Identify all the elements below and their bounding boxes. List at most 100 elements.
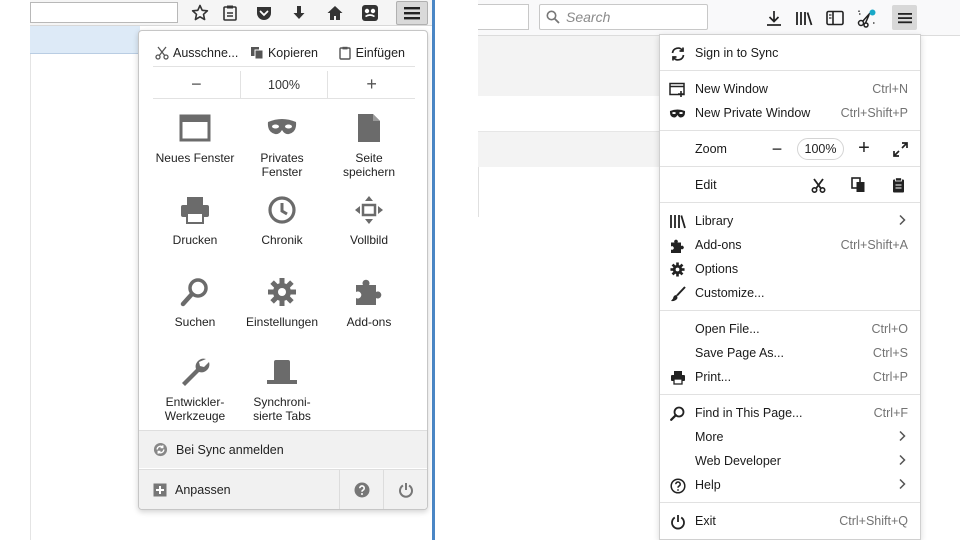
sidebar-icon[interactable]: [823, 6, 847, 30]
menu-separator: [660, 394, 920, 395]
home-icon[interactable]: [324, 2, 346, 24]
save-page-item[interactable]: Save Page As... Ctrl+S: [660, 341, 920, 365]
history-item[interactable]: Chronik: [238, 193, 326, 247]
new-window-item[interactable]: New Window Ctrl+N: [660, 77, 920, 101]
library-icon[interactable]: [792, 6, 816, 30]
sign-in-sync-item[interactable]: Sign in to Sync: [660, 41, 920, 65]
plus-box-icon: [153, 483, 167, 496]
search-input[interactable]: Search: [539, 4, 708, 30]
grid-label: Einstellungen: [245, 315, 319, 329]
new-private-window-item[interactable]: New Private Window Ctrl+Shift+P: [660, 101, 920, 125]
save-page-item[interactable]: Seite speichern: [325, 111, 413, 179]
old-url-bar[interactable]: [30, 2, 178, 23]
download-icon[interactable]: [762, 6, 786, 30]
shortcut-label: Ctrl+F: [873, 406, 908, 420]
grid-label: Suchen: [174, 315, 216, 329]
old-firefox-screenshot: Ausschne... Kopieren Einfügen − 100% + N…: [0, 0, 478, 540]
menu-item-label: Save Page As...: [695, 346, 784, 360]
fullscreen-button[interactable]: [890, 139, 910, 159]
paste-button[interactable]: [888, 175, 908, 195]
help-icon: [354, 482, 369, 497]
find-in-page-item[interactable]: Find in This Page... Ctrl+F: [660, 401, 920, 425]
edit-row: Edit: [660, 173, 920, 197]
developer-tools-item[interactable]: Entwickler- Werkzeuge: [151, 355, 239, 423]
grid-label: Privates Fenster: [260, 151, 304, 179]
preferences-item[interactable]: Einstellungen: [238, 275, 326, 329]
chevron-right-icon: [898, 478, 906, 490]
paste-button[interactable]: Einfügen: [328, 39, 415, 66]
sync-sign-in-row[interactable]: Bei Sync anmelden: [139, 430, 427, 468]
shortcut-label: Ctrl+Shift+A: [840, 238, 908, 252]
zoom-in-button[interactable]: +: [854, 137, 874, 159]
zoom-in-button[interactable]: +: [328, 71, 415, 98]
find-item[interactable]: Suchen: [151, 275, 239, 329]
zoom-reset-button[interactable]: 100%: [239, 71, 329, 98]
clipboard-icon: [892, 177, 904, 193]
screenshot-extension-icon[interactable]: [855, 6, 879, 30]
print-item[interactable]: Print... Ctrl+P: [660, 365, 920, 389]
addons-item[interactable]: Add-ons Ctrl+Shift+A: [660, 233, 920, 257]
grid-label: Drucken: [172, 233, 218, 247]
menu-item-label: New Window: [695, 82, 768, 96]
exit-item[interactable]: Exit Ctrl+Shift+Q: [660, 509, 920, 533]
new-window-item[interactable]: Neues Fenster: [151, 111, 239, 165]
private-window-item[interactable]: Privates Fenster: [238, 111, 326, 179]
old-zoom-controls: − 100% +: [153, 71, 415, 99]
cut-button[interactable]: Ausschne...: [153, 39, 240, 66]
open-file-item[interactable]: Open File... Ctrl+O: [660, 317, 920, 341]
new-menu-button[interactable]: [892, 5, 917, 30]
customize-button[interactable]: Anpassen: [139, 470, 339, 509]
fullscreen-item[interactable]: Vollbild: [325, 193, 413, 247]
cut-button[interactable]: [808, 175, 828, 195]
mask-icon: [669, 105, 686, 122]
hello-chat-icon[interactable]: [359, 2, 381, 24]
library-item[interactable]: Library: [660, 209, 920, 233]
page-background-block: [478, 131, 660, 167]
menu-separator: [660, 166, 920, 167]
gear-icon: [265, 275, 299, 309]
reading-list-icon[interactable]: [219, 2, 241, 24]
synced-tabs-item[interactable]: Synchroni- sierte Tabs: [238, 355, 326, 423]
fullscreen-icon: [892, 141, 908, 157]
menu-item-label: More: [695, 430, 724, 444]
chevron-right-icon: [898, 214, 906, 226]
new-window-icon: [669, 81, 686, 98]
menu-item-label: Web Developer: [695, 454, 781, 468]
options-item[interactable]: Options: [660, 257, 920, 281]
shortcut-label: Ctrl+O: [871, 322, 908, 336]
copy-button[interactable]: Kopieren: [240, 39, 327, 66]
copy-button[interactable]: [848, 175, 868, 195]
help-button[interactable]: [339, 470, 383, 509]
web-developer-item[interactable]: Web Developer: [660, 449, 920, 473]
scissors-icon: [811, 177, 825, 193]
menu-separator: [660, 202, 920, 203]
grid-label: Seite speichern: [342, 151, 396, 179]
download-icon[interactable]: [288, 2, 310, 24]
quit-button[interactable]: [383, 470, 427, 509]
pocket-icon[interactable]: [253, 2, 275, 24]
grid-label: Vollbild: [349, 233, 389, 247]
chevron-right-icon: [898, 454, 906, 466]
help-item[interactable]: Help: [660, 473, 920, 497]
page-background-block: [478, 36, 660, 96]
star-icon[interactable]: [189, 2, 211, 24]
menu-item-label: Library: [695, 214, 734, 228]
old-menu-button[interactable]: [396, 1, 428, 25]
menu-item-label: Add-ons: [695, 238, 742, 252]
synced-tabs-icon: [265, 355, 299, 389]
fullscreen-icon: [352, 193, 386, 227]
zoom-reset-button[interactable]: 100%: [797, 138, 844, 160]
new-url-bar[interactable]: [478, 4, 529, 30]
zoom-out-button[interactable]: −: [767, 139, 787, 159]
old-menu-panel: Ausschne... Kopieren Einfügen − 100% + N…: [138, 30, 428, 510]
more-item[interactable]: More: [660, 425, 920, 449]
chevron-right-icon: [898, 430, 906, 442]
customize-item[interactable]: Customize...: [660, 281, 920, 305]
addons-item[interactable]: Add-ons: [325, 275, 413, 329]
print-item[interactable]: Drucken: [151, 193, 239, 247]
gear-icon: [669, 261, 686, 278]
zoom-out-button[interactable]: −: [153, 71, 240, 98]
puzzle-icon: [669, 237, 686, 254]
library-icon: [669, 213, 686, 230]
old-menu-footer: Anpassen: [139, 469, 427, 509]
